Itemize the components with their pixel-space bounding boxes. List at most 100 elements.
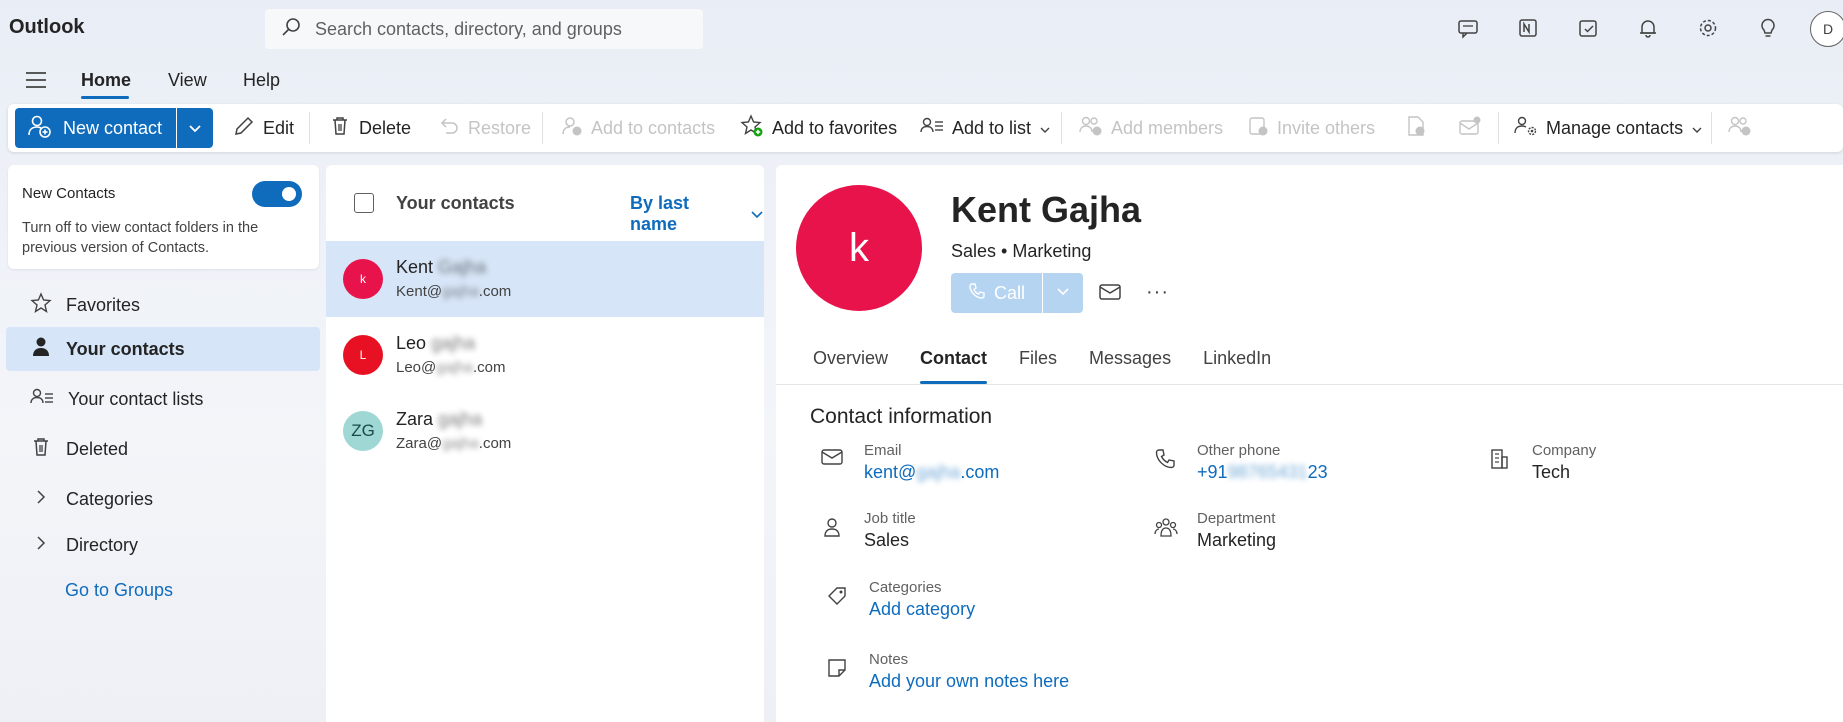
- add-file-button[interactable]: [1405, 110, 1427, 146]
- new-contacts-description: Turn off to view contact folders in the …: [22, 220, 259, 256]
- search-box[interactable]: Search contacts, directory, and groups: [265, 9, 703, 49]
- contact-row[interactable]: L Leo gajha Leo@gajha.com: [326, 317, 764, 393]
- add-to-contacts-button[interactable]: Add to contacts: [561, 110, 715, 146]
- ribbon-toolbar: New contact Edit Delete Restore Add to c…: [8, 104, 1843, 152]
- app-title[interactable]: Outlook: [9, 16, 85, 39]
- more-people-button[interactable]: [1728, 110, 1752, 146]
- chevron-down-icon: [188, 118, 202, 139]
- chevron-down-icon: [750, 204, 764, 225]
- add-person-icon: [561, 115, 583, 142]
- chevron-down-icon: [1039, 118, 1051, 139]
- send-email-button[interactable]: [1458, 110, 1482, 146]
- contact-info-heading: Contact information: [810, 405, 993, 428]
- more-options-icon[interactable]: ···: [1146, 281, 1169, 304]
- add-members-button[interactable]: Add members: [1079, 110, 1223, 146]
- nav-contact-lists-label: Your contact lists: [68, 388, 204, 409]
- mail-icon: [821, 448, 843, 471]
- delete-button[interactable]: Delete: [329, 110, 411, 146]
- add-to-favorites-label: Add to favorites: [772, 117, 898, 138]
- chevron-right-icon: [30, 532, 52, 559]
- contact-email: Zara@gajha.com: [396, 435, 512, 452]
- edit-button[interactable]: Edit: [233, 110, 294, 146]
- nav-directory[interactable]: Directory: [6, 523, 320, 567]
- edit-label: Edit: [263, 117, 295, 138]
- tab-home[interactable]: Home: [81, 70, 131, 91]
- nav-deleted[interactable]: Deleted: [6, 427, 320, 471]
- sort-label: By last name: [630, 193, 690, 234]
- nav-favorites[interactable]: Favorites: [6, 283, 320, 327]
- building-icon: [1489, 448, 1509, 475]
- contact-list-panel: Your contacts By last name k Kent Gajha …: [326, 165, 764, 722]
- person-icon: [821, 516, 843, 543]
- call-button[interactable]: Call: [951, 273, 1043, 313]
- tab-overview[interactable]: Overview: [813, 348, 888, 369]
- manage-contacts-label: Manage contacts: [1546, 117, 1684, 138]
- add-category-link[interactable]: Add category: [869, 599, 975, 620]
- invite-others-button[interactable]: Invite others: [1247, 110, 1375, 146]
- nav-categories-label: Categories: [66, 488, 154, 509]
- bell-icon[interactable]: [1630, 10, 1666, 46]
- new-contacts-card: New Contacts Turn off to view contact fo…: [8, 165, 319, 269]
- tab-contact[interactable]: Contact: [920, 348, 988, 384]
- nav-your-contacts[interactable]: Your contacts: [6, 327, 320, 371]
- phone-icon: [1154, 448, 1176, 475]
- avatar: L: [343, 335, 383, 375]
- add-to-list-button[interactable]: Add to list: [920, 110, 1051, 146]
- trash-icon: [30, 436, 52, 463]
- contact-row[interactable]: k Kent Gajha Kent@gajha.com: [326, 241, 764, 317]
- restore-button[interactable]: Restore: [438, 110, 531, 146]
- add-to-favorites-button[interactable]: Add to favorites: [740, 110, 897, 146]
- manage-contacts-button[interactable]: Manage contacts: [1514, 110, 1703, 146]
- call-dropdown[interactable]: [1043, 273, 1083, 313]
- gear-icon[interactable]: [1690, 10, 1726, 46]
- contact-list-header: Your contacts By last name: [326, 165, 764, 240]
- contact-detail-pane: k Kent Gajha Sales • Marketing Call ··· …: [776, 165, 1843, 722]
- go-to-groups-link[interactable]: Go to Groups: [65, 580, 173, 601]
- new-contact-button[interactable]: New contact: [15, 108, 177, 148]
- account-avatar[interactable]: D: [1810, 11, 1843, 47]
- nav-categories[interactable]: Categories: [6, 477, 320, 521]
- tab-help[interactable]: Help: [243, 70, 280, 91]
- avatar: k: [343, 259, 383, 299]
- contact-row[interactable]: ZG Zara gajha Zara@gajha.com: [326, 393, 764, 469]
- nav-contact-lists[interactable]: Your contact lists: [6, 377, 320, 421]
- hamburger-menu-icon[interactable]: [24, 68, 52, 92]
- add-people-icon: [1079, 115, 1103, 142]
- contact-full-name: Kent Gajha: [951, 189, 1142, 230]
- tasks-icon[interactable]: [1570, 10, 1606, 46]
- ribbon-divider: [1061, 112, 1062, 144]
- call-label: Call: [993, 282, 1025, 303]
- contact-name: Zara gajha: [396, 409, 483, 429]
- ribbon-divider: [542, 112, 543, 144]
- avatar: ZG: [343, 411, 383, 451]
- new-contacts-toggle[interactable]: [252, 181, 302, 207]
- department-value: Marketing: [1197, 530, 1277, 550]
- select-all-checkbox[interactable]: [354, 193, 374, 213]
- ribbon-divider: [1711, 112, 1712, 144]
- job-title-value: Sales: [864, 530, 910, 550]
- feedback-icon[interactable]: [1450, 10, 1486, 46]
- mail-icon[interactable]: [1098, 282, 1122, 307]
- people-settings-icon: [1514, 115, 1538, 142]
- contact-role: Sales • Marketing: [951, 241, 1092, 261]
- contact-list-title: Your contacts: [396, 193, 515, 213]
- phone-value[interactable]: +919876543123: [1197, 462, 1328, 483]
- company-value: Tech: [1532, 462, 1571, 482]
- sort-dropdown[interactable]: By last name: [630, 193, 764, 235]
- tab-view[interactable]: View: [168, 70, 207, 91]
- lightbulb-icon[interactable]: [1750, 10, 1786, 46]
- star-icon: [30, 291, 52, 319]
- phone-label: Other phone: [1197, 442, 1281, 459]
- tab-messages[interactable]: Messages: [1089, 348, 1171, 369]
- search-input[interactable]: Search contacts, directory, and groups: [315, 19, 622, 40]
- add-notes-link[interactable]: Add your own notes here: [869, 671, 1069, 692]
- email-value[interactable]: kent@gajha.com: [864, 462, 999, 483]
- chevron-right-icon: [30, 486, 52, 513]
- nav-deleted-label: Deleted: [66, 438, 129, 459]
- new-contact-dropdown[interactable]: [177, 118, 213, 139]
- tab-files[interactable]: Files: [1019, 348, 1057, 369]
- onenote-icon[interactable]: [1510, 10, 1546, 46]
- note-icon: [826, 657, 848, 684]
- add-document-icon: [1405, 115, 1427, 142]
- tab-linkedin[interactable]: LinkedIn: [1203, 348, 1271, 369]
